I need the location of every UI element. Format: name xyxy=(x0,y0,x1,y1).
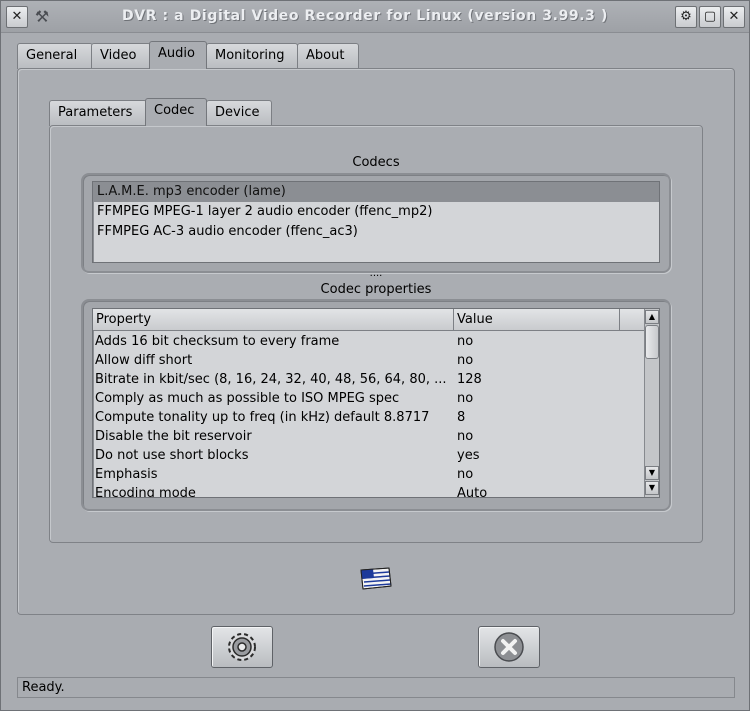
value-cell[interactable]: yes xyxy=(455,446,635,465)
codecs-title: Codecs xyxy=(352,155,400,170)
app-window: ✕ ⚒ DVR : a Digital Video Recorder for L… xyxy=(0,0,750,711)
value-cell[interactable]: no xyxy=(455,465,635,484)
title-bar[interactable]: ✕ ⚒ DVR : a Digital Video Recorder for L… xyxy=(1,1,749,33)
tab-device[interactable]: Device xyxy=(206,100,272,126)
column-header-property[interactable]: Property xyxy=(93,309,454,331)
settings-button[interactable] xyxy=(211,626,273,668)
tab-codec[interactable]: Codec xyxy=(145,98,207,126)
property-cell: Compute tonality up to freq (in kHz) def… xyxy=(95,410,430,425)
gear-icon xyxy=(228,633,256,661)
value-cell[interactable]: no xyxy=(455,427,635,446)
codecs-list[interactable]: L.A.M.E. mp3 encoder (lame) FFMPEG MPEG-… xyxy=(92,181,660,263)
properties-table[interactable]: Property Value Adds 16 bit checksum to e… xyxy=(92,308,660,498)
window-title: DVR : a Digital Video Recorder for Linux… xyxy=(122,8,608,24)
table-header: Property Value xyxy=(93,309,644,331)
scroll-up-icon[interactable]: ▲ xyxy=(645,310,659,324)
status-bar: Ready. xyxy=(17,677,735,698)
property-cell: Bitrate in kbit/sec (8, 16, 24, 32, 40, … xyxy=(95,372,447,387)
property-cell: Disable the bit reservoir xyxy=(95,429,252,444)
value-cell[interactable]: no xyxy=(455,351,635,370)
table-row[interactable]: Compute tonality up to freq (in kHz) def… xyxy=(93,408,644,427)
value-cell[interactable]: 8 xyxy=(455,408,635,427)
table-row[interactable]: Comply as much as possible to ISO MPEG s… xyxy=(93,389,644,408)
property-cell: Comply as much as possible to ISO MPEG s… xyxy=(95,391,400,406)
tab-parameters[interactable]: Parameters xyxy=(49,100,147,126)
status-text: Ready. xyxy=(22,680,65,695)
close-icon[interactable]: ✕ xyxy=(723,6,745,28)
codec-properties-title: Codec properties xyxy=(320,282,432,297)
tab-general[interactable]: General xyxy=(17,43,93,69)
value-cell[interactable]: 128 xyxy=(455,370,635,389)
property-cell: Do not use short blocks xyxy=(95,448,249,463)
codec-item-mp2[interactable]: FFMPEG MPEG-1 layer 2 audio encoder (ffe… xyxy=(93,202,659,222)
value-cell[interactable]: no xyxy=(455,332,635,351)
flag-icon[interactable] xyxy=(359,566,393,592)
value-cell[interactable]: no xyxy=(455,389,635,408)
cancel-icon xyxy=(494,632,524,662)
window-menu-close-icon[interactable]: ✕ xyxy=(6,6,28,28)
table-row[interactable]: Encoding mode Auto xyxy=(93,484,644,498)
tab-monitoring[interactable]: Monitoring xyxy=(206,43,298,69)
codec-item-ac3[interactable]: FFMPEG AC-3 audio encoder (ffenc_ac3) xyxy=(93,222,659,242)
property-cell: Adds 16 bit checksum to every frame xyxy=(95,334,340,349)
scroll-down-icon[interactable]: ▼ xyxy=(645,466,659,480)
table-row[interactable]: Disable the bit reservoir no xyxy=(93,427,644,446)
property-cell: Emphasis xyxy=(95,467,158,482)
stop-button[interactable] xyxy=(478,626,540,668)
minimize-icon[interactable]: ▢ xyxy=(699,6,721,28)
table-row[interactable]: Do not use short blocks yes xyxy=(93,446,644,465)
value-cell[interactable]: Auto xyxy=(455,484,635,497)
tab-audio[interactable]: Audio xyxy=(149,41,207,69)
vertical-scrollbar[interactable]: ▲ ▼ ▼ xyxy=(644,309,659,497)
tab-about[interactable]: About xyxy=(297,43,359,69)
splitter-handle[interactable]: .... xyxy=(361,269,391,279)
column-header-value[interactable]: Value xyxy=(454,309,620,331)
scroll-down-end-icon[interactable]: ▼ xyxy=(645,481,659,495)
tab-video[interactable]: Video xyxy=(91,43,151,69)
table-row[interactable]: Emphasis no xyxy=(93,465,644,484)
table-row[interactable]: Allow diff short no xyxy=(93,351,644,370)
table-row[interactable]: Adds 16 bit checksum to every frame no xyxy=(93,332,644,351)
table-row[interactable]: Bitrate in kbit/sec (8, 16, 24, 32, 40, … xyxy=(93,370,644,389)
refresh-icon[interactable]: ⚙ xyxy=(675,6,697,28)
property-cell: Allow diff short xyxy=(95,353,193,368)
tools-icon: ⚒ xyxy=(34,7,50,26)
codec-item-lame[interactable]: L.A.M.E. mp3 encoder (lame) xyxy=(93,182,659,202)
property-cell: Encoding mode xyxy=(95,486,196,498)
scrollbar-thumb[interactable] xyxy=(645,325,659,359)
